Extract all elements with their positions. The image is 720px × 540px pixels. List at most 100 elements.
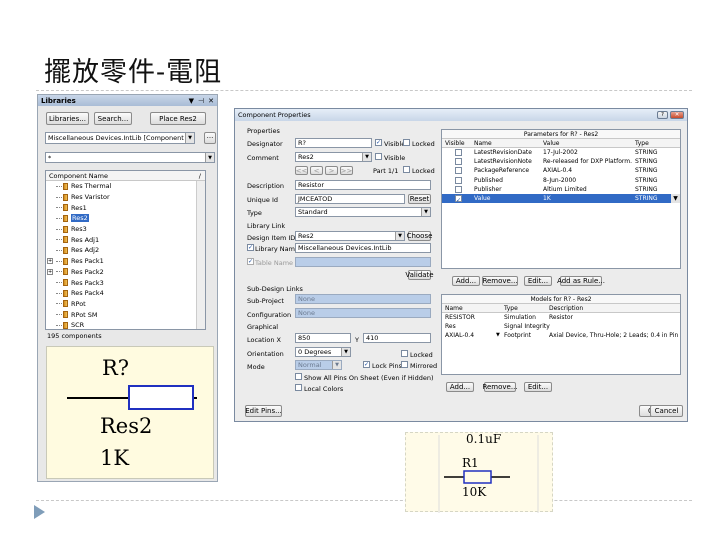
- libraries-button[interactable]: Libraries...: [46, 112, 89, 125]
- table-name-checkbox[interactable]: ✓: [247, 258, 254, 265]
- mirrored-checkbox[interactable]: [401, 361, 408, 368]
- comment-visible-checkbox[interactable]: [375, 153, 382, 160]
- chevron-down-icon[interactable]: ▼: [362, 153, 371, 161]
- pin-icon[interactable]: ⊣: [198, 97, 204, 105]
- mode-select[interactable]: Normal ▼: [295, 360, 342, 370]
- part-locked-checkbox[interactable]: [403, 166, 410, 173]
- param-col-visible[interactable]: Visible: [445, 139, 465, 148]
- model-col-description[interactable]: Description: [549, 304, 583, 313]
- expand-icon[interactable]: +: [47, 268, 53, 275]
- param-visible-checkbox[interactable]: [455, 185, 462, 193]
- orientation-select[interactable]: 0 Degrees ▼: [295, 347, 351, 357]
- chevron-down-icon[interactable]: ▼: [185, 133, 194, 143]
- lock-pins-checkbox[interactable]: ✓: [363, 361, 370, 368]
- designator-input[interactable]: R?: [295, 138, 372, 148]
- table-row[interactable]: Published 8-Jun-2000 STRING: [442, 176, 680, 185]
- table-row[interactable]: Res Signal Integrity: [442, 322, 680, 331]
- list-item[interactable]: Res Adj2: [46, 245, 205, 256]
- table-row[interactable]: AXIAL-0.4 Footprint Axial Device, Thru-Hol…: [442, 331, 680, 340]
- list-item[interactable]: + Res Pack1: [46, 256, 205, 267]
- sub-project-input[interactable]: None: [295, 294, 431, 304]
- last-part-button[interactable]: >>: [340, 166, 353, 175]
- param-visible-checkbox[interactable]: [455, 167, 462, 175]
- remove-model-button[interactable]: Remove...: [482, 382, 518, 392]
- table-row[interactable]: PackageReference AXIAL-0.4 STRING: [442, 166, 680, 175]
- type-select[interactable]: Standard ▼: [295, 207, 431, 217]
- param-col-value[interactable]: Value: [543, 139, 559, 148]
- chevron-down-icon[interactable]: ▼: [341, 348, 350, 356]
- chevron-down-icon[interactable]: ▼: [496, 331, 500, 340]
- list-item[interactable]: + Res Pack2: [46, 267, 205, 278]
- orientation-locked-checkbox[interactable]: [401, 350, 408, 357]
- list-item[interactable]: SCR: [46, 320, 205, 329]
- chevron-down-icon[interactable]: ▼: [671, 193, 680, 203]
- location-x-input[interactable]: 850: [295, 333, 351, 343]
- list-item[interactable]: RPot SM: [46, 309, 205, 320]
- param-visible-checkbox[interactable]: [455, 149, 462, 156]
- list-item[interactable]: Res Pack4: [46, 288, 205, 299]
- library-select[interactable]: Miscellaneous Devices.IntLib [Component …: [45, 132, 195, 144]
- choose-button[interactable]: Choose: [407, 231, 432, 241]
- param-visible-checkbox[interactable]: [455, 176, 462, 184]
- remove-parameter-button[interactable]: Remove...: [482, 276, 518, 286]
- library-name-input[interactable]: Miscellaneous Devices.IntLib: [295, 243, 431, 253]
- list-item[interactable]: RPot: [46, 299, 205, 310]
- validate-button[interactable]: Validate: [405, 270, 434, 280]
- location-y-input[interactable]: 410: [363, 333, 431, 343]
- model-col-name[interactable]: Name: [445, 304, 463, 313]
- previous-part-button[interactable]: <: [310, 166, 323, 175]
- comment-select[interactable]: Res2 ▼: [295, 152, 372, 162]
- designator-locked-checkbox[interactable]: [403, 139, 410, 146]
- edit-pins-button[interactable]: Edit Pins...: [245, 405, 282, 417]
- search-button[interactable]: Search...: [94, 112, 132, 125]
- list-item[interactable]: Res Pack3: [46, 277, 205, 288]
- close-icon[interactable]: ✕: [670, 111, 684, 119]
- list-item[interactable]: Res Varistor: [46, 192, 205, 203]
- add-parameter-button[interactable]: Add...: [452, 276, 480, 286]
- table-row[interactable]: ✓ Value 1K STRING ▼: [442, 193, 680, 204]
- library-name-checkbox[interactable]: ✓: [247, 244, 254, 251]
- local-colors-checkbox[interactable]: [295, 384, 302, 391]
- table-name-input[interactable]: [295, 257, 431, 267]
- panel-menu-icon[interactable]: ▼: [189, 97, 194, 105]
- component-list[interactable]: Component Name / Res Thermal Res Varistor…: [45, 170, 206, 330]
- add-as-rule-button[interactable]: Add as Rule...: [557, 276, 605, 286]
- close-icon[interactable]: ✕: [208, 97, 214, 105]
- table-row[interactable]: Publisher Altium Limited STRING: [442, 185, 680, 194]
- description-input[interactable]: Resistor: [295, 180, 431, 190]
- table-row[interactable]: RESISTOR Simulation Resistor: [442, 313, 680, 322]
- list-item[interactable]: Res2: [46, 213, 205, 224]
- chevron-down-icon[interactable]: ▼: [332, 361, 341, 369]
- list-item[interactable]: Res3: [46, 224, 205, 235]
- design-item-id-select[interactable]: Res2 ▼: [295, 231, 405, 241]
- table-row[interactable]: LatestRevisionDate 17-Jul-2002 STRING: [442, 148, 680, 157]
- configuration-input[interactable]: None: [295, 308, 431, 318]
- model-col-type[interactable]: Type: [504, 304, 518, 313]
- component-list-header[interactable]: Component Name /: [46, 171, 205, 181]
- chevron-down-icon[interactable]: ▼: [395, 232, 404, 240]
- param-visible-checkbox[interactable]: [455, 158, 462, 166]
- first-part-button[interactable]: <<: [295, 166, 308, 175]
- list-item[interactable]: Res Thermal: [46, 181, 205, 192]
- show-all-pins-checkbox[interactable]: [295, 373, 302, 380]
- param-col-name[interactable]: Name: [474, 139, 492, 148]
- edit-model-button[interactable]: Edit...: [524, 382, 552, 392]
- reset-button[interactable]: Reset: [408, 194, 431, 204]
- unique-id-input[interactable]: JMCEATOD: [295, 194, 405, 204]
- list-item[interactable]: Res1: [46, 202, 205, 213]
- cancel-button[interactable]: Cancel: [650, 405, 683, 417]
- more-options-button[interactable]: ···: [204, 132, 216, 144]
- filter-input[interactable]: * ▼: [45, 152, 215, 163]
- expand-icon[interactable]: +: [47, 258, 53, 265]
- table-row[interactable]: LatestRevisionNote Re-released for DXP Pl…: [442, 157, 680, 166]
- help-icon[interactable]: ?: [657, 111, 668, 119]
- add-model-button[interactable]: Add...: [446, 382, 474, 392]
- designator-visible-checkbox[interactable]: ✓: [375, 139, 382, 146]
- list-scrollbar[interactable]: [196, 181, 205, 329]
- chevron-down-icon[interactable]: ▼: [421, 208, 430, 216]
- edit-parameter-button[interactable]: Edit...: [524, 276, 552, 286]
- param-visible-checkbox[interactable]: ✓: [455, 194, 462, 204]
- list-item[interactable]: Res Adj1: [46, 234, 205, 245]
- place-component-button[interactable]: Place Res2: [150, 112, 206, 125]
- next-part-button[interactable]: >: [325, 166, 338, 175]
